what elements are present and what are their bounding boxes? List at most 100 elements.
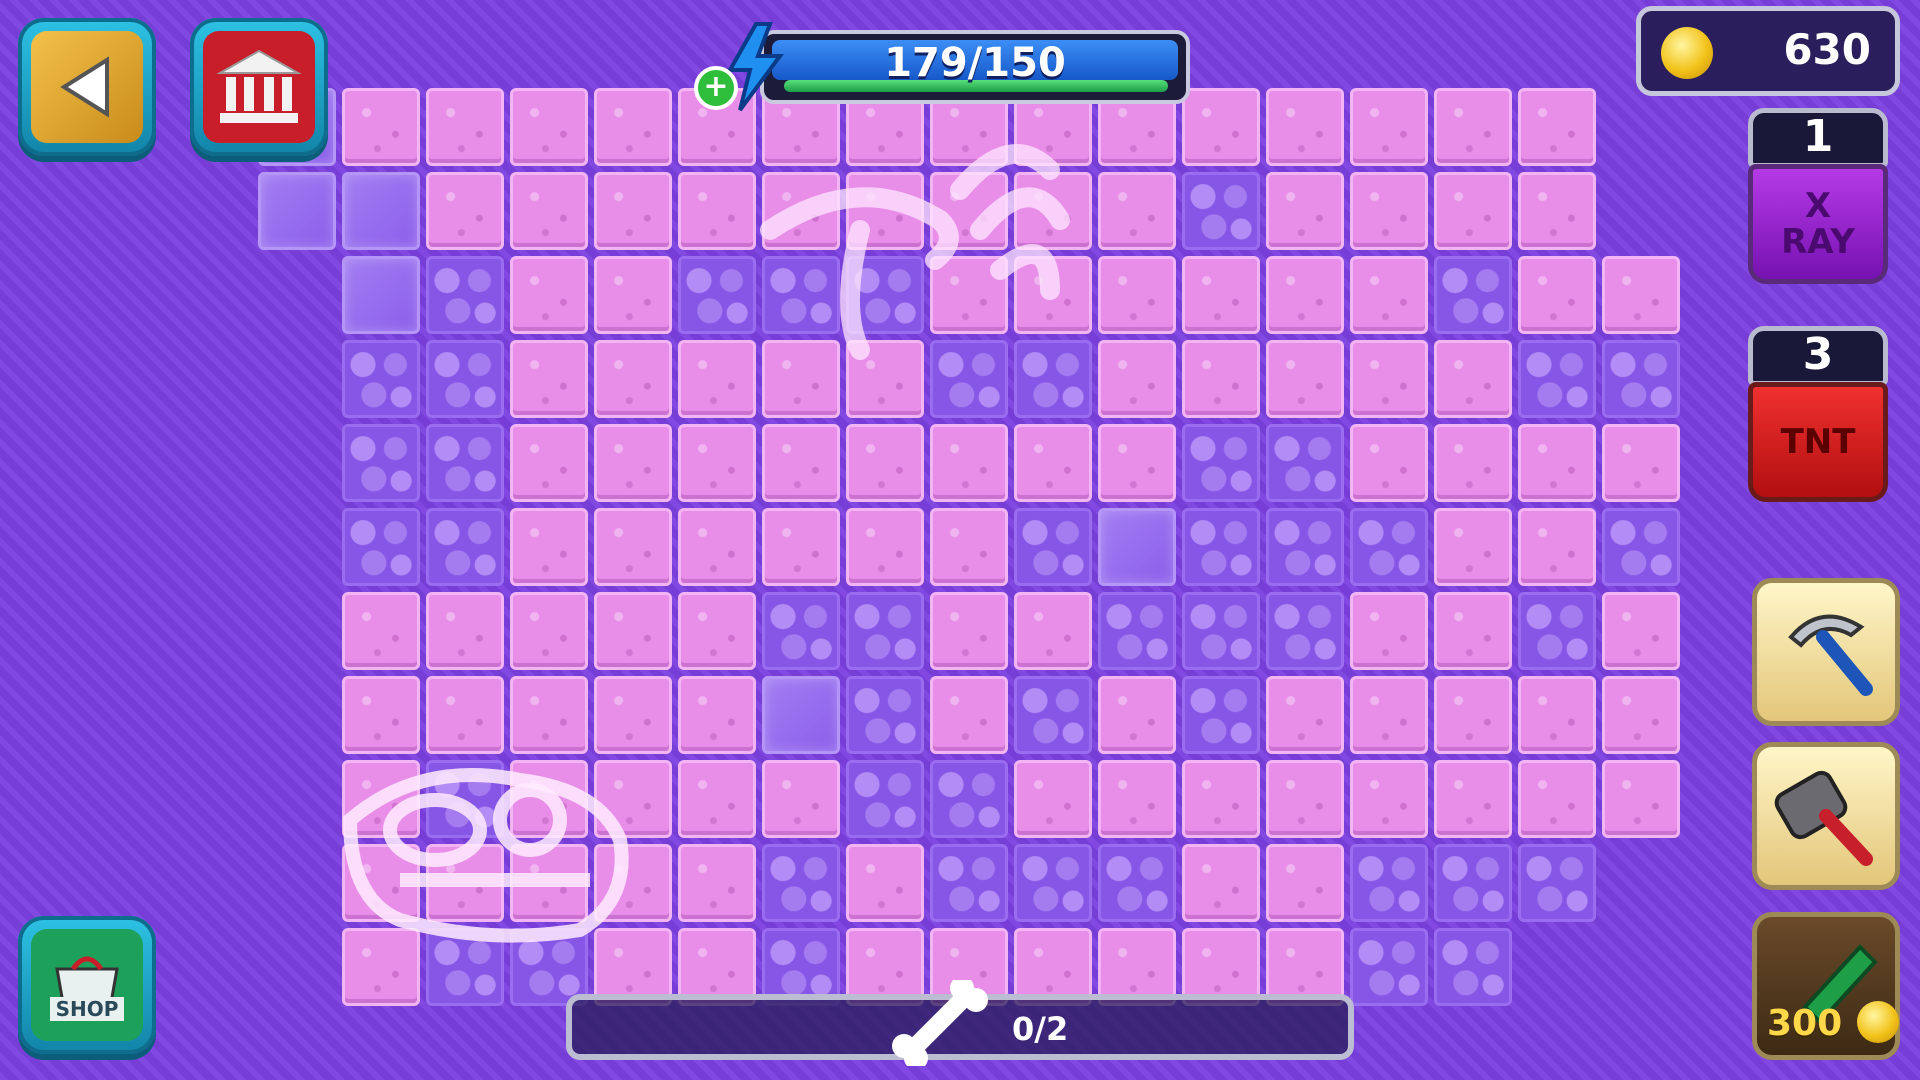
dirt-tile[interactable]	[930, 508, 1008, 586]
dirt-tile[interactable]	[1014, 424, 1092, 502]
dirt-tile[interactable]	[342, 760, 420, 838]
dirt-tile[interactable]	[1266, 340, 1344, 418]
dirt-tile[interactable]	[678, 844, 756, 922]
dirt-tile[interactable]	[342, 676, 420, 754]
dirt-tile[interactable]	[594, 424, 672, 502]
dirt-tile[interactable]	[1434, 676, 1512, 754]
dirt-tile[interactable]	[426, 172, 504, 250]
dirt-tile[interactable]	[342, 592, 420, 670]
dirt-tile[interactable]	[930, 592, 1008, 670]
dirt-tile[interactable]	[1182, 760, 1260, 838]
rock-tile[interactable]	[1350, 508, 1428, 586]
dirt-tile[interactable]	[510, 172, 588, 250]
dirt-tile[interactable]	[594, 592, 672, 670]
dirt-tile[interactable]	[1098, 676, 1176, 754]
rock-tile[interactable]	[1182, 592, 1260, 670]
dirt-tile[interactable]	[594, 88, 672, 166]
rock-tile[interactable]	[1434, 928, 1512, 1006]
dirt-tile[interactable]	[510, 844, 588, 922]
dirt-tile[interactable]	[1014, 172, 1092, 250]
dirt-tile[interactable]	[1350, 88, 1428, 166]
dirt-tile[interactable]	[1014, 760, 1092, 838]
rock-tile[interactable]	[1182, 424, 1260, 502]
dirt-tile[interactable]	[930, 256, 1008, 334]
dirt-tile[interactable]	[594, 172, 672, 250]
rock-tile[interactable]	[762, 844, 840, 922]
rock-tile[interactable]	[930, 844, 1008, 922]
dirt-tile[interactable]	[510, 88, 588, 166]
rock-tile[interactable]	[930, 760, 1008, 838]
rock-tile[interactable]	[426, 256, 504, 334]
dirt-tile[interactable]	[762, 760, 840, 838]
dirt-tile[interactable]	[930, 676, 1008, 754]
dirt-tile[interactable]	[762, 508, 840, 586]
dirt-tile[interactable]	[678, 676, 756, 754]
dirt-tile[interactable]	[1266, 172, 1344, 250]
dirt-tile[interactable]	[1434, 88, 1512, 166]
drill-tool[interactable]: 300	[1752, 912, 1900, 1060]
dirt-tile[interactable]	[1434, 172, 1512, 250]
dirt-tile[interactable]	[1350, 256, 1428, 334]
dirt-tile[interactable]	[510, 592, 588, 670]
rock-tile[interactable]	[1098, 844, 1176, 922]
rock-tile[interactable]	[342, 424, 420, 502]
rock-tile[interactable]	[1350, 844, 1428, 922]
dirt-tile[interactable]	[1098, 424, 1176, 502]
rock-tile[interactable]	[1602, 340, 1680, 418]
dirt-tile[interactable]	[1350, 760, 1428, 838]
dirt-tile[interactable]	[1434, 760, 1512, 838]
pickaxe-tool[interactable]	[1752, 578, 1900, 726]
dirt-tile[interactable]	[1182, 256, 1260, 334]
rock-tile[interactable]	[426, 424, 504, 502]
rock-tile[interactable]	[1266, 508, 1344, 586]
xray-powerup[interactable]: 1 X RAY	[1748, 108, 1888, 284]
dirt-tile[interactable]	[594, 760, 672, 838]
rock-tile[interactable]	[1266, 424, 1344, 502]
rock-tile[interactable]	[1014, 844, 1092, 922]
rock-tile[interactable]	[426, 928, 504, 1006]
dirt-tile[interactable]	[1098, 172, 1176, 250]
rock-tile[interactable]	[930, 340, 1008, 418]
cleared-tile[interactable]	[342, 172, 420, 250]
dirt-tile[interactable]	[594, 508, 672, 586]
dirt-tile[interactable]	[1518, 760, 1596, 838]
dirt-tile[interactable]	[678, 172, 756, 250]
rock-tile[interactable]	[342, 508, 420, 586]
dirt-tile[interactable]	[1098, 256, 1176, 334]
dirt-tile[interactable]	[678, 592, 756, 670]
dirt-tile[interactable]	[846, 340, 924, 418]
dirt-tile[interactable]	[510, 508, 588, 586]
add-energy-button[interactable]: +	[694, 66, 738, 110]
dirt-tile[interactable]	[1602, 676, 1680, 754]
dirt-tile[interactable]	[426, 844, 504, 922]
rock-tile[interactable]	[1518, 340, 1596, 418]
dirt-tile[interactable]	[1266, 760, 1344, 838]
rock-tile[interactable]	[1434, 844, 1512, 922]
dirt-tile[interactable]	[1434, 424, 1512, 502]
dirt-tile[interactable]	[762, 340, 840, 418]
dirt-tile[interactable]	[1518, 424, 1596, 502]
rock-tile[interactable]	[1518, 844, 1596, 922]
rock-tile[interactable]	[1182, 172, 1260, 250]
rock-tile[interactable]	[1098, 592, 1176, 670]
dirt-tile[interactable]	[510, 424, 588, 502]
dirt-tile[interactable]	[678, 424, 756, 502]
dirt-tile[interactable]	[1266, 256, 1344, 334]
dirt-tile[interactable]	[1434, 592, 1512, 670]
dirt-tile[interactable]	[510, 676, 588, 754]
dirt-tile[interactable]	[426, 88, 504, 166]
hammer-tool[interactable]	[1752, 742, 1900, 890]
rock-tile[interactable]	[762, 256, 840, 334]
rock-tile[interactable]	[342, 340, 420, 418]
dirt-tile[interactable]	[1014, 256, 1092, 334]
rock-tile[interactable]	[1014, 340, 1092, 418]
dirt-tile[interactable]	[1266, 844, 1344, 922]
dirt-tile[interactable]	[594, 256, 672, 334]
dirt-tile[interactable]	[1098, 760, 1176, 838]
cleared-tile[interactable]	[762, 676, 840, 754]
dirt-tile[interactable]	[1266, 88, 1344, 166]
dirt-tile[interactable]	[1518, 508, 1596, 586]
rock-tile[interactable]	[846, 592, 924, 670]
rock-tile[interactable]	[1182, 676, 1260, 754]
cleared-tile[interactable]	[258, 172, 336, 250]
